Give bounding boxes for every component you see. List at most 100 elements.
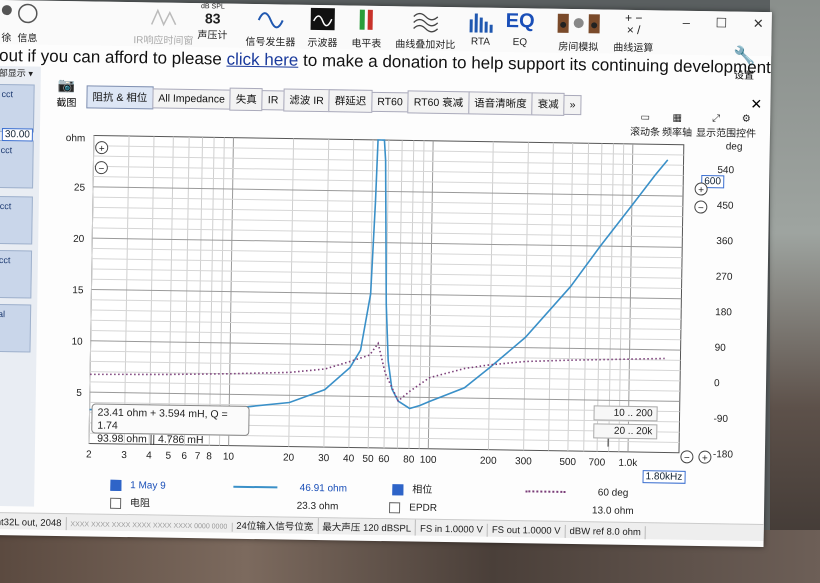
zoom-icon: + xyxy=(99,144,105,155)
tab-rt60-decay[interactable]: RT60 衰减 xyxy=(407,90,470,115)
range-arrows-icon: ⤢ xyxy=(712,113,721,125)
sidebar-item[interactable]: al xyxy=(0,303,32,353)
maximize-button[interactable]: ☐ xyxy=(715,15,727,30)
signal-generator-button[interactable]: 信号发生器 xyxy=(245,6,296,49)
zoom-icon: + xyxy=(698,185,704,196)
x-tick-label: 100 xyxy=(420,455,437,466)
ir-window-icon xyxy=(134,4,194,31)
sidebar-item[interactable]: cct xyxy=(0,195,33,245)
signal-generator-icon xyxy=(246,6,296,33)
x-tick-label: 1.0k xyxy=(618,458,638,469)
sidebar-dropdown[interactable]: 部显示 ▾ xyxy=(0,66,33,80)
tab-rt60[interactable]: RT60 xyxy=(371,91,409,113)
y-tick-label: 15 xyxy=(72,285,84,296)
tab-all-impedance[interactable]: All Impedance xyxy=(152,88,232,110)
x-tick-label: 30 xyxy=(318,453,330,464)
x-tick-label: 50 xyxy=(362,454,374,465)
camera-icon: 📷 xyxy=(57,76,76,94)
spl-value: 83 xyxy=(204,10,221,27)
fit-range-1[interactable]: 10 .. 200 xyxy=(593,405,658,422)
epdr-checkbox[interactable] xyxy=(389,502,401,514)
y-tick-label: 20 xyxy=(73,234,85,245)
y2-tick-label: 90 xyxy=(715,343,727,354)
x-tick-label: 200 xyxy=(480,456,497,467)
tab-ir[interactable]: IR xyxy=(261,90,285,111)
gear-icon: ⚙ xyxy=(741,113,751,125)
eq-button[interactable]: EQ EQ xyxy=(505,9,535,48)
status-item: 24位输入信号位宽 xyxy=(232,516,319,535)
fit-range-2[interactable]: 20 .. 20k xyxy=(593,423,658,440)
y2-tick-label: 180 xyxy=(715,307,732,318)
phase-checkbox[interactable] xyxy=(392,484,404,496)
room-sim-icon xyxy=(555,11,601,38)
tab-filtered-ir[interactable]: 滤波 IR xyxy=(283,88,330,113)
x-tick-label: 60 xyxy=(378,454,390,465)
tab-decay[interactable]: 衰减 xyxy=(531,92,565,116)
x-tick-label: 20 xyxy=(283,453,295,464)
series-checkbox[interactable] xyxy=(110,479,122,491)
tab-distortion[interactable]: 失真 xyxy=(229,87,264,112)
sidebar-item[interactable]: cct xyxy=(0,249,33,299)
y2-tick-label: -90 xyxy=(713,414,728,425)
y-tick-label: 5 xyxy=(76,388,82,399)
zoom-icon: − xyxy=(98,164,104,175)
x-tick-label: 300 xyxy=(515,456,532,467)
oscilloscope-button[interactable]: 示波器 xyxy=(307,7,338,49)
level-meter-button[interactable]: 电平表 xyxy=(351,8,382,50)
scrollbar-icon: ▭ xyxy=(640,112,651,124)
overlay-button[interactable]: 曲线叠加对比 xyxy=(395,8,456,51)
fit-line-1: 23.41 ohm + 3.594 mH, Q = 1.74 xyxy=(97,406,228,432)
y2-axis-label: deg xyxy=(726,141,743,152)
tab-impedance-phase[interactable]: 阻抗 & 相位 xyxy=(86,85,154,110)
tab-group-delay[interactable]: 群延迟 xyxy=(328,89,373,113)
y2-tick-label: 450 xyxy=(717,201,734,212)
resistance-checkbox[interactable] xyxy=(110,497,122,509)
x-tick-label: 2 xyxy=(86,449,92,460)
phase-swatch xyxy=(525,490,566,494)
tab-bar: 阻抗 & 相位 All Impedance 失真 IR 滤波 IR 群延迟 RT60 RT60… xyxy=(86,85,582,116)
info-button[interactable]: 信息 xyxy=(17,2,38,45)
fit-line-2: 93.98 ohm || 4.786 mH xyxy=(97,432,204,447)
app-window: 徐 信息 IR响应时间窗 dB SPL 83 声压计 信号发生器 示波器 电平表 xyxy=(0,0,772,548)
capture-button[interactable]: 📷 截图 xyxy=(56,77,77,109)
x-tick-label: 4 xyxy=(146,450,152,461)
status-item: XXXX XXXX XXXX XXXX XXXX XXXX 0000 0000 xyxy=(66,520,233,532)
x-tick-label: 8 xyxy=(206,451,212,462)
minimize-button[interactable]: – xyxy=(683,15,690,30)
x-max-input[interactable]: 1.80kHz xyxy=(642,470,686,484)
x-tick-label: 5 xyxy=(165,451,171,462)
tab-speech[interactable]: 语音清晰度 xyxy=(467,91,533,116)
rta-icon xyxy=(468,9,494,35)
person-icon xyxy=(0,2,14,28)
curve-math-icon: + − × / xyxy=(624,10,643,38)
zoom-icon: − xyxy=(698,203,704,214)
zoom-icon: + xyxy=(702,453,708,464)
tab-more[interactable]: » xyxy=(563,94,582,116)
spl-meter-button[interactable]: dB SPL 83 声压计 xyxy=(197,3,228,41)
zoom-icon: − xyxy=(684,453,690,464)
y-max-input[interactable]: 30.00 xyxy=(1,128,34,142)
y-tick-label: 25 xyxy=(74,183,86,194)
eq-icon: EQ xyxy=(505,9,535,33)
donation-link[interactable]: click here xyxy=(226,50,298,70)
x-tick-label: 10 xyxy=(223,452,235,463)
level-meter-icon xyxy=(352,8,382,34)
sidebar-item[interactable]: cct xyxy=(0,139,34,189)
status-item: nt32L out, 2048 xyxy=(0,515,67,531)
room-sim-button[interactable]: 房间模拟 xyxy=(555,11,602,54)
overlay-icon xyxy=(396,8,456,35)
series-swatch xyxy=(232,486,277,489)
fit-result-box: 23.41 ohm + 3.594 mH, Q = 1.74 93.98 ohm… xyxy=(91,403,250,446)
banner-close-icon[interactable]: ✕ xyxy=(750,96,762,113)
person-button[interactable]: 徐 xyxy=(0,2,14,44)
close-button[interactable]: ✕ xyxy=(753,16,764,31)
oscilloscope-icon xyxy=(308,7,338,33)
ir-window-button[interactable]: IR响应时间窗 xyxy=(133,4,194,47)
banner-text-prefix: out if you can afford to please xyxy=(0,45,227,69)
x-tick-label: 40 xyxy=(343,453,355,464)
sidebar-item[interactable]: cct xyxy=(0,83,35,133)
rta-button[interactable]: RTA xyxy=(467,9,494,48)
status-item: FS out 1.0000 V xyxy=(487,523,566,538)
curve-math-button[interactable]: + − × / 曲线运算 xyxy=(613,10,654,54)
y-axis-label: ohm xyxy=(66,133,86,144)
